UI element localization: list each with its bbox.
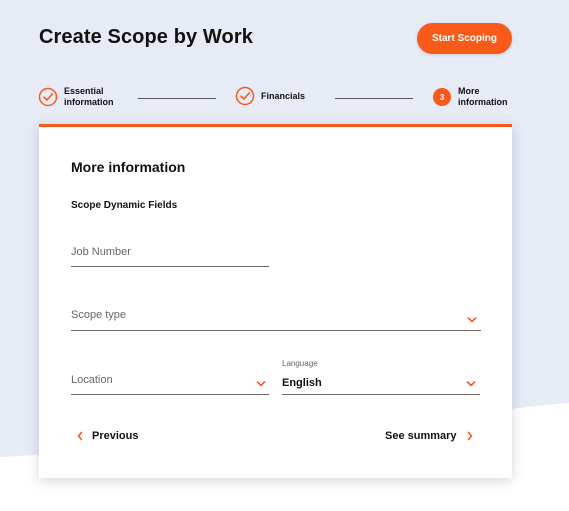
- see-summary-label: See summary: [385, 430, 457, 442]
- step-label: Financials: [261, 90, 306, 101]
- step-connector: [335, 98, 413, 99]
- language-label: Language: [282, 359, 318, 368]
- check-circle-icon: [38, 87, 58, 107]
- step-label-line1: More: [458, 86, 480, 96]
- step-number-badge: 3: [433, 88, 451, 106]
- chevron-down-icon: [467, 317, 477, 323]
- see-summary-button[interactable]: See summary: [385, 430, 474, 442]
- location-select[interactable]: Location: [71, 363, 269, 395]
- chevron-right-icon: [467, 431, 472, 441]
- chevron-left-icon: [77, 431, 83, 441]
- scope-type-select[interactable]: Scope type: [71, 297, 481, 331]
- step-label-line1: Essential: [64, 86, 104, 96]
- step-more-information[interactable]: 3 More information: [433, 86, 518, 108]
- location-placeholder: Location: [71, 374, 113, 386]
- previous-button[interactable]: Previous: [76, 430, 138, 442]
- job-number-placeholder: Job Number: [71, 246, 131, 258]
- scope-type-placeholder: Scope type: [71, 309, 127, 321]
- start-scoping-button[interactable]: Start Scoping: [417, 23, 512, 54]
- form-card: More information Scope Dynamic Fields Jo…: [39, 124, 512, 478]
- language-value: English: [282, 377, 322, 389]
- step-label-line2: information: [64, 97, 114, 107]
- step-financials[interactable]: Financials: [235, 86, 321, 106]
- check-circle-icon: [235, 86, 255, 106]
- card-title: More information: [71, 159, 186, 175]
- step-label-line2: information: [458, 97, 508, 107]
- step-connector: [138, 98, 216, 99]
- step-label: More information: [458, 86, 518, 108]
- step-label: Essential information: [64, 86, 124, 108]
- language-select[interactable]: Language English: [282, 357, 480, 395]
- previous-label: Previous: [92, 430, 139, 442]
- page-title: Create Scope by Work: [39, 26, 253, 48]
- chevron-down-icon: [466, 381, 476, 387]
- section-title: Scope Dynamic Fields: [71, 200, 178, 211]
- step-essential-information[interactable]: Essential information: [38, 86, 124, 108]
- job-number-input[interactable]: Job Number: [71, 235, 269, 267]
- chevron-down-icon: [256, 381, 266, 387]
